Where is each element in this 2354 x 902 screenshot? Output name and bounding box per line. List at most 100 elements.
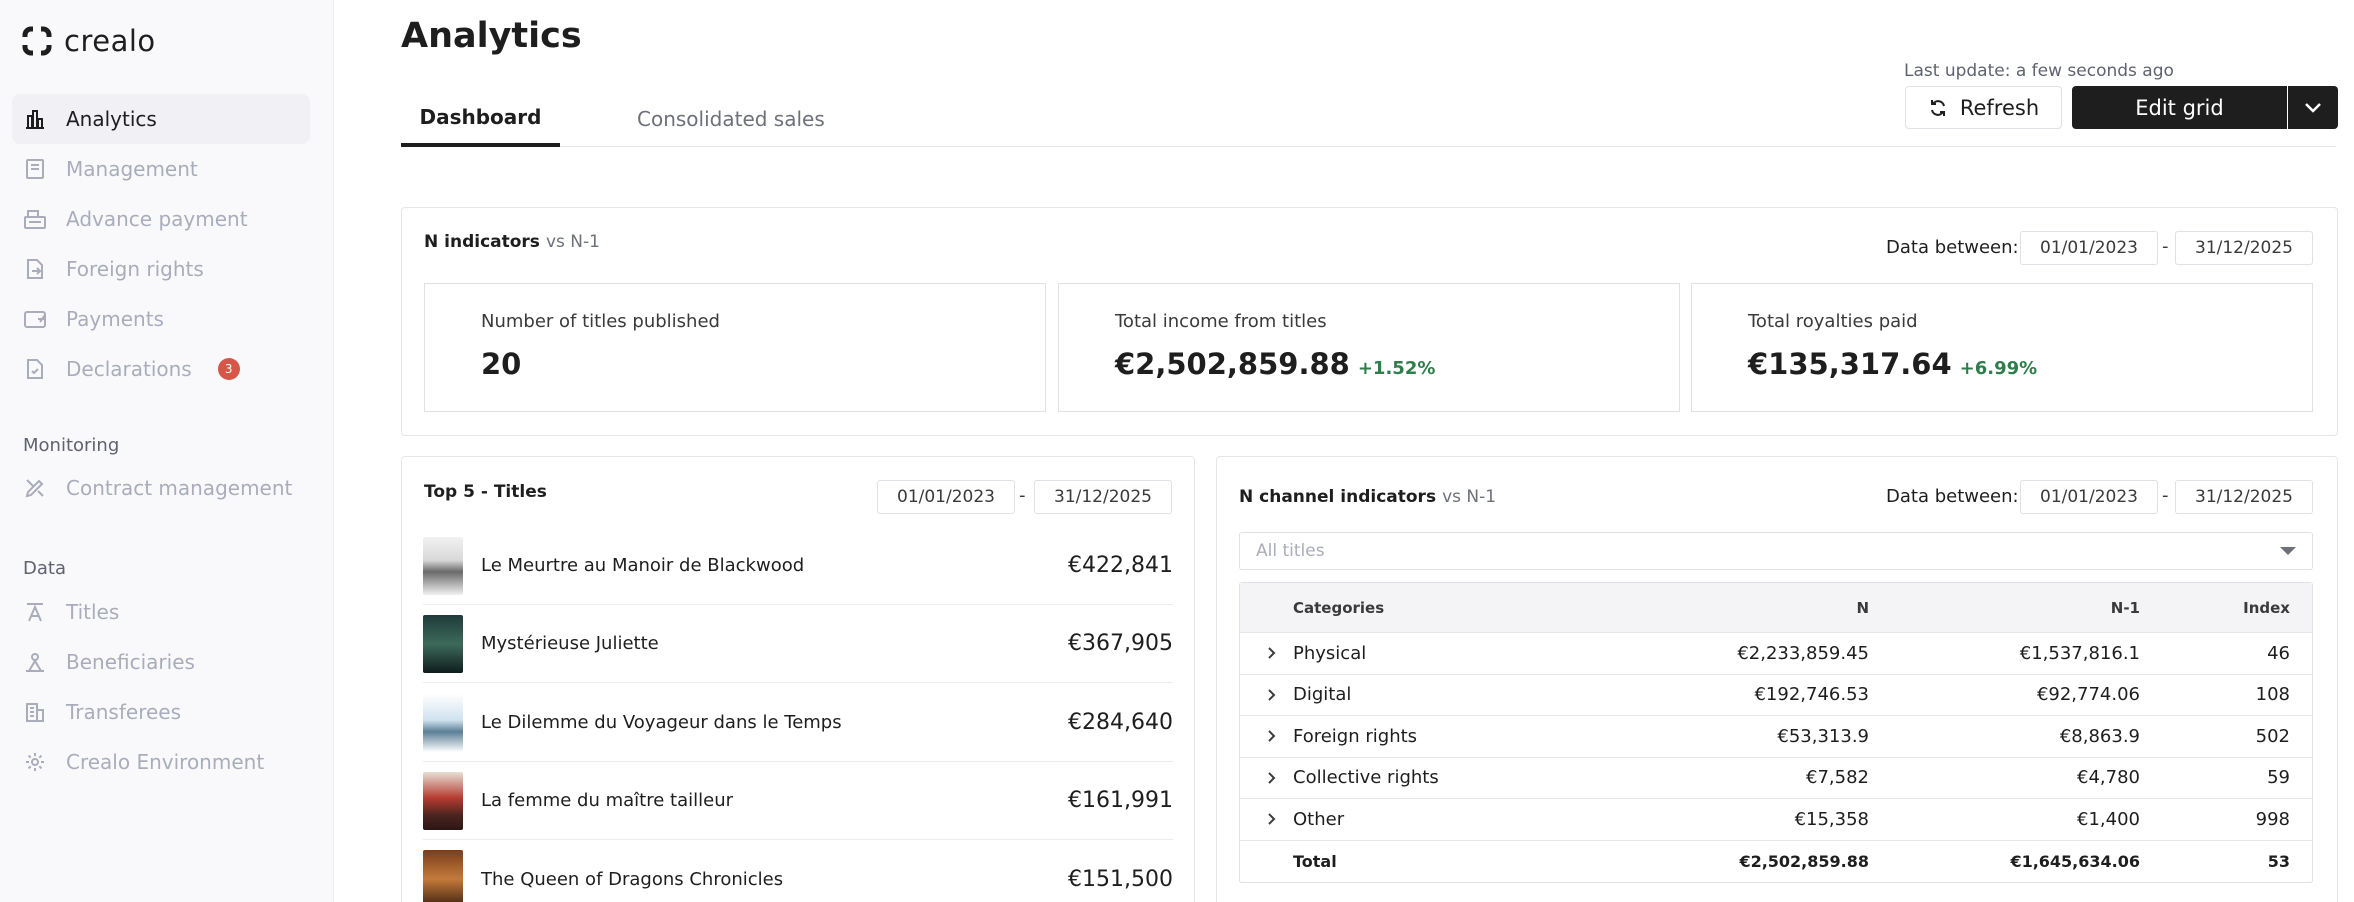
table-total-row: Total €2,502,859.88 €1,645,634.06 53 — [1240, 841, 2312, 883]
channel-title: N channel indicators vs N-1 — [1239, 487, 1496, 507]
channel-date-to[interactable]: 31/12/2025 — [2175, 480, 2313, 514]
wallet-icon — [22, 306, 48, 332]
top-title: Le Meurtre au Manoir de Blackwood — [481, 555, 805, 576]
refresh-label: Refresh — [1959, 95, 2040, 120]
cash-register-icon — [22, 206, 48, 232]
section-label-data: Data — [23, 558, 66, 579]
tab-consolidated-sales[interactable]: Consolidated sales — [637, 90, 825, 147]
book-cover-image — [423, 536, 463, 595]
kpi-value: 20 — [481, 347, 521, 381]
text-icon — [22, 599, 48, 625]
sidebar-item-label: Analytics — [66, 107, 157, 131]
data-between-label: Data between: — [1886, 486, 2019, 507]
app-logo[interactable]: crealo — [22, 24, 156, 58]
chevron-right-icon[interactable] — [1262, 633, 1282, 674]
n-indicators-title: N indicators vs N-1 — [424, 232, 600, 252]
book-cover-image — [423, 850, 463, 902]
tab-dashboard[interactable]: Dashboard — [401, 90, 560, 147]
sidebar-item-crealo-environment[interactable]: Crealo Environment — [12, 737, 310, 787]
sidebar-monitoring-nav: Contract management — [12, 463, 310, 513]
sidebar-item-advance-payment[interactable]: Advance payment — [12, 194, 310, 244]
kpi-total-income: Total income from titles €2,502,859.88 +1… — [1058, 283, 1680, 412]
n-indicators-title-text: N indicators — [424, 232, 540, 252]
top-title: Le Dilemme du Voyageur dans le Temps — [481, 712, 842, 733]
chevron-right-icon[interactable] — [1262, 799, 1282, 840]
row-index: 998 — [2255, 808, 2290, 830]
chevron-right-icon[interactable] — [1262, 758, 1282, 799]
top5-date-to[interactable]: 31/12/2025 — [1034, 480, 1172, 514]
list-item[interactable]: The Queen of Dragons Chronicles €151,500 — [423, 840, 1173, 902]
file-export-icon — [22, 256, 48, 282]
kpi-label: Total royalties paid — [1748, 311, 1918, 332]
list-item[interactable]: La femme du maître tailleur €161,991 — [423, 762, 1173, 840]
total-label: Total — [1293, 851, 1337, 871]
sidebar-item-transferees[interactable]: Transferees — [12, 687, 310, 737]
row-index: 108 — [2255, 684, 2290, 706]
column-header-index[interactable]: Index — [2243, 583, 2290, 632]
date-separator: - — [2162, 236, 2169, 257]
kpi-value-text: €2,502,859.88 — [1115, 347, 1350, 381]
list-item[interactable]: Le Dilemme du Voyageur dans le Temps €28… — [423, 684, 1173, 762]
row-index: 502 — [2255, 725, 2290, 747]
sidebar-item-label: Titles — [66, 600, 120, 624]
row-n: €15,358 — [1794, 808, 1869, 830]
row-category: Foreign rights — [1293, 725, 1418, 747]
sidebar-item-beneficiaries[interactable]: Beneficiaries — [12, 637, 310, 687]
list-item[interactable]: Mystérieuse Juliette €367,905 — [423, 605, 1173, 683]
kpi-value: €135,317.64 +6.99% — [1748, 347, 2037, 381]
top-value: €367,905 — [1068, 631, 1173, 656]
bar-chart-icon — [22, 106, 48, 132]
chevron-right-icon[interactable] — [1262, 716, 1282, 757]
kpi-value-text: €135,317.64 — [1748, 347, 1952, 381]
titles-select[interactable]: All titles — [1239, 532, 2313, 570]
n-indicators-date-to[interactable]: 31/12/2025 — [2175, 231, 2313, 265]
top-value: €151,500 — [1068, 866, 1173, 892]
n-indicators-date-from[interactable]: 01/01/2023 — [2020, 231, 2158, 265]
channel-date-from[interactable]: 01/01/2023 — [2020, 480, 2158, 514]
table-row[interactable]: Foreign rights €53,313.9 €8,863.9 502 — [1240, 716, 2312, 758]
kpi-value-text: 20 — [481, 347, 522, 381]
table-row[interactable]: Other €15,358 €1,400 998 — [1240, 799, 2312, 841]
kpi-delta: +1.52% — [1357, 358, 1436, 379]
people-icon — [22, 649, 48, 675]
sidebar-item-declarations[interactable]: Declarations 3 — [12, 344, 310, 394]
column-header-n[interactable]: N — [1856, 583, 1869, 632]
sidebar-nav: Analytics Management Advance payment For… — [12, 94, 310, 394]
column-header-n1[interactable]: N-1 — [2111, 583, 2140, 632]
sidebar-item-analytics[interactable]: Analytics — [12, 94, 310, 144]
table-header-row: Categories N N-1 Index — [1240, 583, 2312, 633]
crealo-logo-icon — [22, 26, 52, 56]
row-n1: €1,400 — [2077, 808, 2140, 830]
kpi-titles-published: Number of titles published 20 — [424, 283, 1046, 412]
row-category: Other — [1293, 808, 1345, 830]
kpi-label: Number of titles published — [481, 311, 720, 332]
edit-grid-dropdown-button[interactable] — [2288, 86, 2338, 129]
top-title: La femme du maître tailleur — [481, 790, 734, 811]
table-row[interactable]: Physical €2,233,859.45 €1,537,816.1 46 — [1240, 633, 2312, 675]
sidebar-item-payments[interactable]: Payments — [12, 294, 310, 344]
refresh-button[interactable]: Refresh — [1905, 86, 2062, 129]
table-row[interactable]: Digital €192,746.53 €92,774.06 108 — [1240, 675, 2312, 716]
sidebar-item-foreign-rights[interactable]: Foreign rights — [12, 244, 310, 294]
row-index: 59 — [2267, 767, 2290, 789]
column-header-categories[interactable]: Categories — [1293, 583, 1384, 632]
list-item[interactable]: Le Meurtre au Manoir de Blackwood €422,8… — [423, 527, 1173, 605]
book-cover-image — [423, 693, 463, 752]
caret-down-icon — [2280, 547, 2296, 555]
chevron-right-icon[interactable] — [1262, 675, 1282, 716]
edit-grid-button[interactable]: Edit grid — [2072, 86, 2287, 129]
chevron-down-icon — [2305, 102, 2321, 113]
row-n: €53,313.9 — [1777, 725, 1869, 747]
row-n: €7,582 — [1806, 767, 1869, 789]
table-row[interactable]: Collective rights €7,582 €4,780 59 — [1240, 758, 2312, 799]
sidebar-data-nav: Titles Beneficiaries Transferees Crealo … — [12, 587, 310, 787]
sidebar-item-label: Crealo Environment — [66, 750, 265, 774]
sidebar: crealo Analytics Management Advance paym… — [0, 0, 334, 902]
sidebar-item-contract-management[interactable]: Contract management — [12, 463, 310, 513]
logo-text: crealo — [64, 24, 156, 58]
sidebar-item-titles[interactable]: Titles — [12, 587, 310, 637]
row-n1: €92,774.06 — [2036, 684, 2140, 706]
top5-date-from[interactable]: 01/01/2023 — [877, 480, 1015, 514]
row-index: 46 — [2267, 642, 2290, 664]
sidebar-item-management[interactable]: Management — [12, 144, 310, 194]
